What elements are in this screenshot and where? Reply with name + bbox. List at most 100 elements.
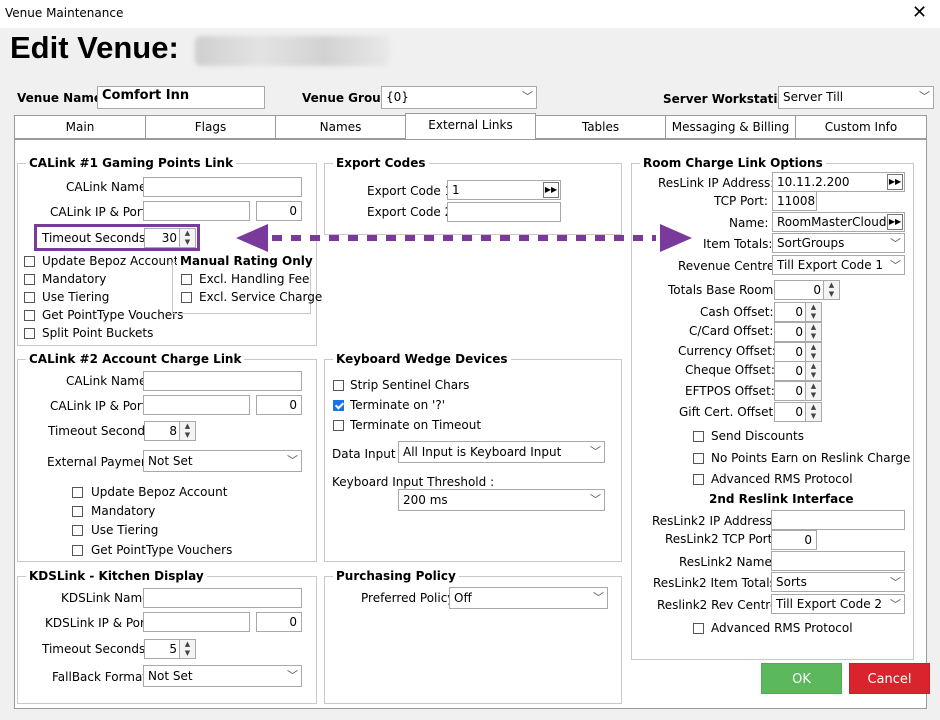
purchasing-policy-title: Purchasing Policy <box>333 569 459 583</box>
spin-arrows-icon[interactable]: ▲ ▼ <box>805 403 821 421</box>
calink1-check-label: Update Bepoz Account <box>42 254 179 268</box>
close-icon[interactable]: ✕ <box>912 2 927 23</box>
checkbox[interactable] <box>181 274 192 285</box>
ellipsis-icon[interactable]: ▶▶ <box>887 214 903 230</box>
ellipsis-icon[interactable]: ▶▶ <box>543 182 559 198</box>
checkbox[interactable] <box>693 431 704 442</box>
offset-label: EFTPOS Offset: <box>685 384 775 398</box>
calink1-ip-input[interactable] <box>143 201 250 221</box>
export-code2-input[interactable] <box>447 202 561 222</box>
checkbox[interactable] <box>72 506 83 517</box>
checkbox[interactable] <box>693 453 704 464</box>
spin-arrows-icon[interactable]: ▲ ▼ <box>805 343 821 361</box>
kds-name-label: KDSLink Name: <box>61 591 154 605</box>
spin-arrows-icon[interactable]: ▲ ▼ <box>805 362 821 380</box>
offset-stepper[interactable]: 0 ▲ ▼ <box>774 322 822 342</box>
item-totals-select[interactable]: SortGroups ﹀ <box>772 233 905 253</box>
tab-messaging-billing[interactable]: Messaging & Billing <box>665 115 796 139</box>
calink1-name-input[interactable] <box>143 177 302 197</box>
checkbox[interactable] <box>181 292 192 303</box>
tab-external-links[interactable]: External Links <box>405 113 536 140</box>
checkbox[interactable] <box>72 487 83 498</box>
external-payment-select[interactable]: Not Set ﹀ <box>143 450 302 472</box>
checkbox[interactable] <box>333 380 344 391</box>
spin-arrows-icon[interactable]: ▲ ▼ <box>179 640 195 658</box>
manual-rating-group: Manual Rating Only <box>172 254 316 314</box>
export-code1-value: 1 <box>452 183 460 197</box>
chevron-down-icon: ﹀ <box>890 237 901 250</box>
reslink-name-input[interactable]: RoomMasterCloud ▶▶ <box>772 212 905 232</box>
offset-value: 0 <box>795 405 803 419</box>
preferred-policy-select[interactable]: Off ﹀ <box>449 587 608 609</box>
calink1-port-input[interactable]: 0 <box>256 201 302 221</box>
checkbox-checked[interactable] <box>333 400 344 411</box>
threshold-select[interactable]: 200 ms ﹀ <box>398 489 605 511</box>
spin-arrows-icon[interactable]: ▲ ▼ <box>805 323 821 341</box>
kds-timeout-label: Timeout Seconds: <box>42 642 150 656</box>
reslink2-port-input[interactable]: 0 <box>771 530 817 550</box>
threshold-label: Keyboard Input Threshold : <box>332 475 495 489</box>
checkbox[interactable] <box>72 545 83 556</box>
spin-arrows-icon[interactable]: ▲ ▼ <box>805 382 821 400</box>
calink2-timeout-stepper[interactable]: 8 ▲ ▼ <box>144 421 196 441</box>
reslink2-name-label: ResLink2 Name: <box>679 555 776 569</box>
ellipsis-icon[interactable]: ▶▶ <box>887 174 903 190</box>
calink2-check-label: Use Tiering <box>91 523 159 537</box>
spin-arrows-icon[interactable]: ▲ ▼ <box>179 422 195 440</box>
reslink2-rev-select[interactable]: Till Export Code 2 ﹀ <box>771 594 905 614</box>
offset-stepper[interactable]: 0 ▲ ▼ <box>774 342 822 362</box>
calink2-ip-input[interactable] <box>143 395 250 415</box>
venue-name-input[interactable]: Comfort Inn <box>97 86 265 109</box>
offset-label: Gift Cert. Offset: <box>679 405 778 419</box>
reslink2-name-input[interactable] <box>771 551 905 571</box>
data-input-select[interactable]: All Input is Keyboard Input ﹀ <box>398 441 605 463</box>
checkbox[interactable] <box>333 420 344 431</box>
server-workstation-select[interactable]: Server Till ﹀ <box>778 86 934 109</box>
reslink-ip-input[interactable]: 10.11.2.200 ▶▶ <box>772 172 905 192</box>
item-totals-label: Item Totals: <box>703 237 773 251</box>
reslink2-items-select[interactable]: Sorts ﹀ <box>771 572 905 592</box>
venue-group-value: {0} <box>386 90 409 104</box>
checkbox[interactable] <box>24 292 35 303</box>
tab-tables[interactable]: Tables <box>535 115 666 139</box>
spin-arrows-icon[interactable]: ▲ ▼ <box>805 303 821 321</box>
tab-names[interactable]: Names <box>275 115 406 139</box>
venue-group-select[interactable]: {0} ﹀ <box>381 86 537 109</box>
spin-arrows-icon[interactable]: ▲ ▼ <box>823 281 839 299</box>
kds-ip-input[interactable] <box>143 612 250 632</box>
calink2-port-input[interactable]: 0 <box>256 395 302 415</box>
checkbox[interactable] <box>693 623 704 634</box>
cancel-button[interactable]: Cancel <box>849 663 930 694</box>
checkbox[interactable] <box>24 328 35 339</box>
ok-button[interactable]: OK <box>761 663 842 694</box>
checkbox[interactable] <box>24 310 35 321</box>
offset-value: 0 <box>795 325 803 339</box>
checkbox[interactable] <box>72 525 83 536</box>
calink2-name-label: CALink Name: <box>66 374 151 388</box>
revenue-centre-select[interactable]: Till Export Code 1 ﹀ <box>772 255 905 275</box>
offset-stepper[interactable]: 0 ▲ ▼ <box>774 402 822 422</box>
kds-port-input[interactable]: 0 <box>256 612 302 632</box>
tab-flags[interactable]: Flags <box>145 115 276 139</box>
calink2-name-input[interactable] <box>143 371 302 391</box>
tab-custom-info[interactable]: Custom Info <box>795 115 927 139</box>
totals-base-room-stepper[interactable]: 0 ▲ ▼ <box>774 280 840 300</box>
offset-stepper[interactable]: 0 ▲ ▼ <box>774 381 822 401</box>
kds-name-input[interactable] <box>143 588 302 608</box>
data-input-value: All Input is Keyboard Input <box>403 445 562 459</box>
fallback-format-select[interactable]: Not Set ﹀ <box>143 665 302 687</box>
offset-stepper[interactable]: 0 ▲ ▼ <box>774 302 822 322</box>
export-code1-input[interactable]: 1 ▶▶ <box>447 180 561 200</box>
reslink-port-input[interactable]: 11008 <box>772 191 817 211</box>
reslink-port-label: TCP Port: <box>714 194 768 208</box>
tab-main[interactable]: Main <box>14 115 146 139</box>
kds-timeout-stepper[interactable]: 5 ▲ ▼ <box>144 639 196 659</box>
checkbox[interactable] <box>693 474 704 485</box>
manual-rating-title: Manual Rating Only <box>177 254 316 268</box>
offset-stepper[interactable]: 0 ▲ ▼ <box>774 361 822 381</box>
calink2-check-label: Mandatory <box>91 504 156 518</box>
reslink-name-label: Name: <box>729 216 769 230</box>
reslink2-ip-input[interactable] <box>771 510 905 530</box>
checkbox[interactable] <box>24 256 35 267</box>
checkbox[interactable] <box>24 274 35 285</box>
